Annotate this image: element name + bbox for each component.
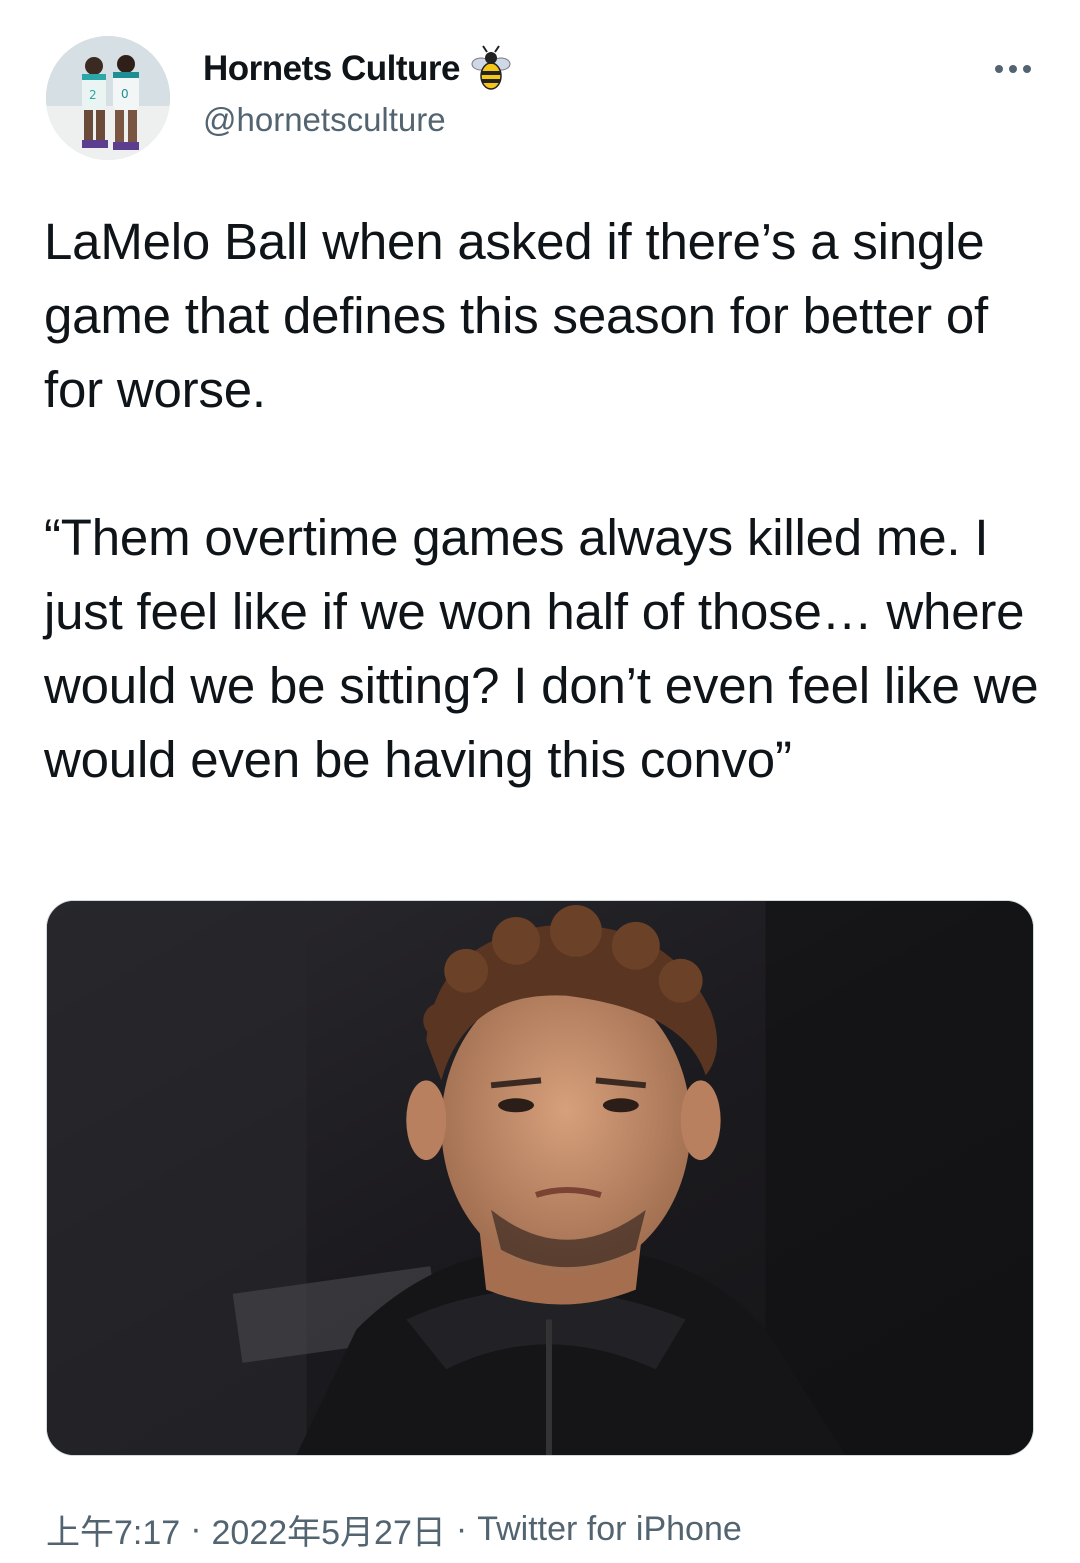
player-photo	[47, 901, 1033, 1455]
avatar[interactable]: 2 0	[46, 36, 170, 160]
bee-icon	[470, 44, 512, 94]
tweet-date[interactable]: 2022年5月27日	[212, 1505, 446, 1554]
tweet-source[interactable]: Twitter for iPhone	[477, 1510, 742, 1549]
tweet-time[interactable]: 上午7:17	[46, 1505, 180, 1554]
tweet-text: LaMelo Ball when asked if there’s a sing…	[44, 213, 1039, 788]
more-options-button[interactable]	[988, 54, 1038, 84]
svg-text:0: 0	[121, 87, 129, 101]
avatar-players-image: 2 0	[46, 36, 170, 160]
author-name-row[interactable]: Hornets Culture	[203, 44, 512, 94]
tweet-media[interactable]	[46, 900, 1034, 1456]
tweet-meta: 上午7:17 · 2022年5月27日 · Twitter for iPhone	[46, 1505, 742, 1554]
more-options-icon	[995, 65, 1031, 73]
svg-text:2: 2	[89, 88, 97, 102]
tweet: 2 0 Hornets Culture @hornetsculture LaMe…	[0, 0, 1080, 1563]
meta-separator: ·	[455, 1510, 468, 1548]
author-handle[interactable]: @hornetsculture	[203, 101, 446, 139]
author-display-name[interactable]: Hornets Culture	[203, 49, 460, 89]
meta-separator: ·	[190, 1510, 202, 1548]
